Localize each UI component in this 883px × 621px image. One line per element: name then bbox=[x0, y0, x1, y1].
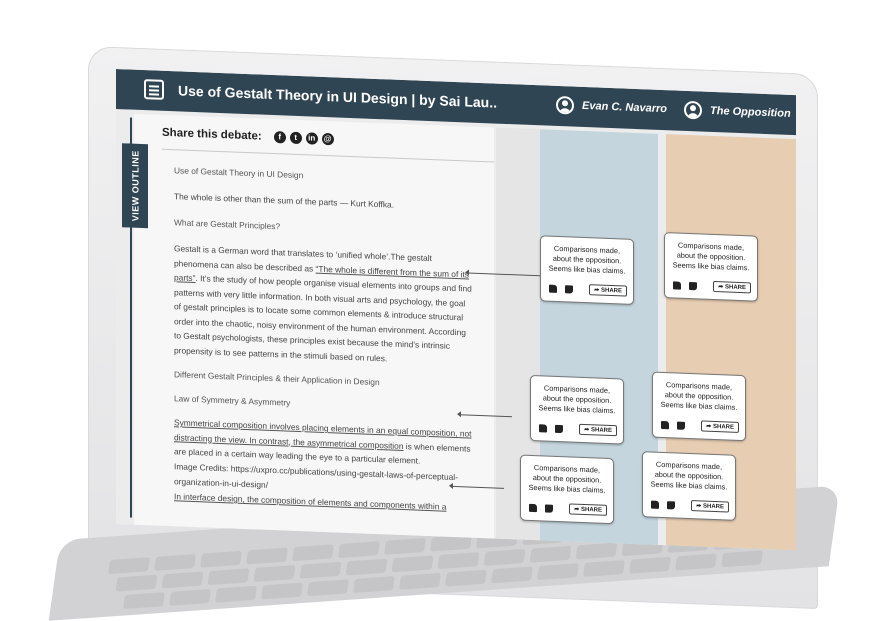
thumbs-down-icon[interactable] bbox=[555, 424, 563, 433]
keyboard-key bbox=[444, 569, 487, 587]
share-button-label: SHARE bbox=[724, 284, 746, 292]
comment-text: Comparisons made, about the opposition. … bbox=[538, 383, 616, 416]
comment-card[interactable]: Comparisons made, about the opposition. … bbox=[642, 451, 736, 521]
keyboard-key bbox=[108, 557, 150, 575]
thumbs-down-icon[interactable] bbox=[667, 500, 675, 509]
keyboard-key bbox=[253, 565, 296, 582]
view-outline-tab[interactable]: VIEW OUTLINE bbox=[122, 143, 148, 229]
comment-card[interactable]: Comparisons made, about the opposition. … bbox=[652, 371, 746, 442]
keyboard-key bbox=[260, 582, 303, 600]
thumbs-up-icon[interactable] bbox=[529, 503, 537, 512]
thumbs-up-icon[interactable] bbox=[539, 423, 547, 433]
user-evan[interactable]: Evan C. Navarro bbox=[556, 95, 667, 118]
keyboard-key bbox=[720, 550, 763, 568]
divider bbox=[162, 148, 494, 163]
share-button[interactable]: ➦ SHARE bbox=[701, 420, 739, 433]
page-title: Use of Gestalt Theory in UI Design | by … bbox=[178, 82, 498, 111]
keyboard-key bbox=[168, 588, 211, 606]
keyboard-key bbox=[674, 553, 717, 571]
avatar-icon bbox=[556, 95, 574, 115]
keyboard-key bbox=[115, 574, 158, 592]
keyboard-key bbox=[483, 548, 526, 566]
keyboard-key bbox=[214, 585, 257, 603]
keyboard-key bbox=[345, 558, 388, 576]
user-name: The Opposition bbox=[710, 104, 791, 120]
comment-text: Comparisons made, about the opposition. … bbox=[660, 380, 738, 412]
left-rule bbox=[130, 117, 132, 518]
comment-text: Comparisons made, about the opposition. … bbox=[548, 243, 626, 276]
thumbs-down-icon[interactable] bbox=[545, 503, 553, 513]
share-button[interactable]: ➦ SHARE bbox=[691, 500, 729, 513]
keyboard-key bbox=[490, 566, 533, 584]
share-button[interactable]: ➦ SHARE bbox=[569, 503, 607, 516]
user-opposition[interactable]: The Opposition bbox=[684, 100, 791, 123]
share-button[interactable]: ➦ SHARE bbox=[579, 423, 617, 437]
email-icon[interactable]: @ bbox=[321, 132, 334, 146]
thumbs-up-icon[interactable] bbox=[549, 284, 557, 293]
article-quote: The whole is other than the sum of the p… bbox=[174, 191, 395, 210]
keyboard-key bbox=[338, 541, 380, 559]
keyboard-key bbox=[207, 568, 250, 586]
share-button-label: SHARE bbox=[702, 503, 724, 511]
keyboard-key bbox=[122, 592, 165, 610]
keyboard-key bbox=[398, 572, 441, 590]
keyboard-key bbox=[292, 544, 334, 562]
keyboard-key bbox=[299, 561, 342, 579]
linkedin-icon[interactable]: in bbox=[305, 132, 318, 145]
keyboard-key bbox=[352, 576, 395, 594]
keyboard-key bbox=[437, 552, 480, 570]
share-button-label: SHARE bbox=[590, 427, 612, 435]
comment-text: Comparisons made, about the opposition. … bbox=[650, 459, 728, 492]
thumbs-up-icon[interactable] bbox=[661, 420, 669, 429]
keyboard-key bbox=[306, 579, 349, 597]
keyboard-key bbox=[161, 571, 204, 589]
share-button-label: SHARE bbox=[712, 423, 734, 431]
thumbs-down-icon[interactable] bbox=[689, 281, 697, 290]
share-button-label: SHARE bbox=[600, 287, 622, 295]
article-heading: Use of Gestalt Theory in UI Design bbox=[174, 165, 304, 181]
laptop-screen: Use of Gestalt Theory in UI Design | by … bbox=[116, 69, 796, 551]
article-subheading: Different Gestalt Principles & their App… bbox=[174, 369, 380, 388]
share-label: Share this debate: bbox=[162, 126, 262, 143]
thumbs-up-icon[interactable] bbox=[673, 280, 681, 290]
share-button[interactable]: ➦ SHARE bbox=[713, 280, 751, 294]
comment-card[interactable]: Comparisons made, about the opposition. … bbox=[530, 374, 624, 445]
menu-icon[interactable] bbox=[144, 79, 164, 100]
thumbs-down-icon[interactable] bbox=[677, 421, 685, 430]
user-name: Evan C. Navarro bbox=[582, 99, 667, 116]
thumbs-up-icon[interactable] bbox=[651, 500, 659, 509]
paragraph-text: . It’s the study of how people organise … bbox=[174, 273, 472, 363]
comment-card[interactable]: Comparisons made, about the opposition. … bbox=[664, 232, 758, 302]
keyboard-key bbox=[582, 559, 625, 577]
article-subheading: What are Gestalt Principles? bbox=[174, 217, 281, 232]
keyboard-key bbox=[536, 563, 579, 581]
keyboard-key bbox=[575, 542, 618, 560]
keyboard-key bbox=[391, 555, 434, 573]
keyboard-key bbox=[529, 545, 572, 563]
twitter-icon[interactable]: t bbox=[289, 131, 302, 145]
share-button[interactable]: ➦ SHARE bbox=[589, 284, 627, 297]
share-button-label: SHARE bbox=[580, 506, 602, 514]
comment-card[interactable]: Comparisons made, about the opposition. … bbox=[520, 454, 614, 525]
comment-card[interactable]: Comparisons made, about the opposition. … bbox=[540, 235, 634, 305]
article-panel: Share this debate: f t in @ Use of Gesta… bbox=[134, 113, 494, 548]
article-paragraph: Gestalt is a German word that translates… bbox=[174, 241, 474, 369]
keyboard-key bbox=[246, 547, 288, 565]
keyboard-key bbox=[384, 537, 426, 555]
comment-text: Comparisons made, about the opposition. … bbox=[528, 463, 606, 495]
avatar-icon bbox=[684, 100, 702, 120]
article-subheading: Law of Symmetry & Asymmetry bbox=[174, 393, 291, 408]
keyboard-key bbox=[200, 550, 242, 568]
share-bar: Share this debate: f t in @ bbox=[162, 127, 334, 146]
keyboard-key bbox=[628, 556, 671, 574]
facebook-icon[interactable]: f bbox=[273, 131, 286, 144]
thumbs-down-icon[interactable] bbox=[565, 284, 573, 294]
comment-text: Comparisons made, about the opposition. … bbox=[672, 240, 750, 273]
keyboard-key bbox=[154, 553, 196, 571]
